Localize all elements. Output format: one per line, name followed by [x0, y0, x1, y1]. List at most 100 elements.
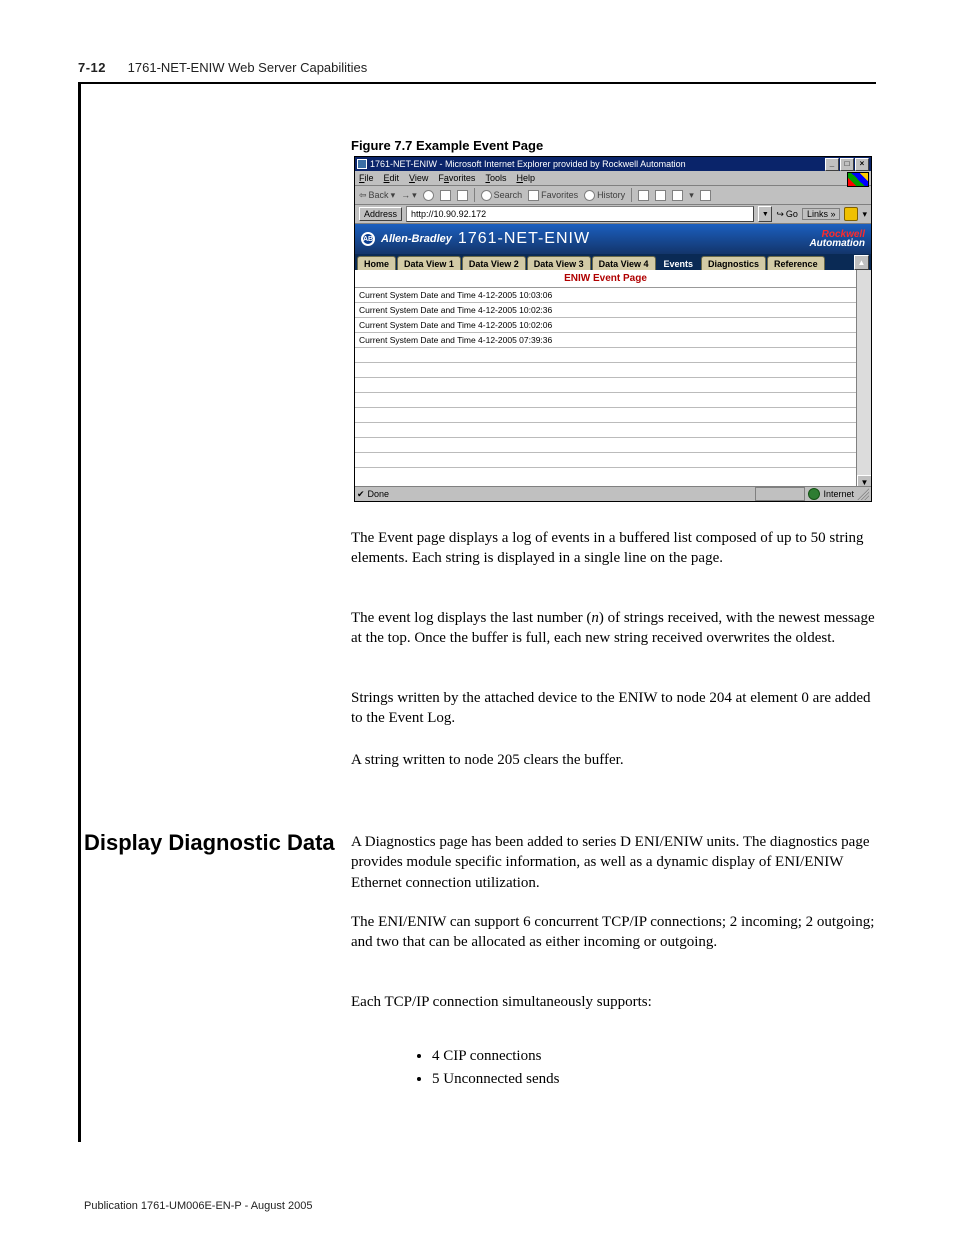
window-titlebar: 1761-NET-ENIW - Microsoft Internet Explo… — [355, 157, 871, 171]
scroll-up-button[interactable]: ▲ — [854, 255, 869, 270]
norton-icon[interactable] — [844, 207, 858, 221]
home-icon[interactable] — [457, 190, 468, 201]
history-button[interactable]: History — [584, 190, 625, 201]
status-done-icon: ✔ — [357, 489, 365, 500]
tab-data-view-3[interactable]: Data View 3 — [527, 256, 591, 270]
running-header: 7-12 1761-NET-ENIW Web Server Capabiliti… — [78, 60, 367, 75]
event-row-empty — [355, 438, 856, 453]
event-area: ENIW Event Page Current System Date and … — [355, 270, 871, 490]
bullet-list: 4 CIP connections 5 Unconnected sends — [378, 1045, 559, 1090]
toolbar-separator — [474, 188, 475, 202]
favorites-icon — [528, 190, 539, 201]
toolbar-separator-2 — [631, 188, 632, 202]
allen-bradley-logo-icon: AB — [361, 232, 375, 246]
internet-zone-icon — [808, 488, 820, 500]
window-title: 1761-NET-ENIW - Microsoft Internet Explo… — [370, 159, 686, 169]
maximize-button[interactable]: □ — [840, 158, 854, 171]
event-row: Current System Date and Time 4-12-2005 1… — [355, 318, 856, 333]
favorites-button[interactable]: Favorites — [528, 190, 578, 201]
norton-dropdown[interactable]: ▾ — [862, 209, 867, 220]
tab-data-view-1[interactable]: Data View 1 — [397, 256, 461, 270]
tab-home[interactable]: Home — [357, 256, 396, 270]
address-bar: Address http://10.90.92.172 ▼ ↪Go Links … — [355, 205, 871, 224]
header-rule — [78, 82, 876, 84]
paragraph: The Event page displays a log of events … — [351, 528, 876, 569]
ie-throbber-icon — [847, 172, 869, 187]
discuss-icon[interactable] — [700, 190, 711, 201]
go-button[interactable]: ↪Go — [776, 209, 798, 220]
links-button[interactable]: Links » — [802, 208, 841, 220]
menu-favorites[interactable]: Favorites — [438, 173, 475, 183]
menu-view[interactable]: View — [409, 173, 428, 183]
tab-data-view-4[interactable]: Data View 4 — [592, 256, 656, 270]
product-banner: AB Allen-Bradley 1761-NET-ENIW Rockwell … — [355, 224, 871, 254]
page-content: AB Allen-Bradley 1761-NET-ENIW Rockwell … — [355, 224, 871, 490]
event-row-empty — [355, 423, 856, 438]
menu-edit[interactable]: Edit — [384, 173, 400, 183]
status-right-text: Internet — [823, 489, 854, 499]
scrollbar-track[interactable]: ▼ — [856, 270, 871, 490]
paragraph: A string written to node 205 clears the … — [351, 750, 876, 770]
event-row: Current System Date and Time 4-12-2005 1… — [355, 303, 856, 318]
address-input[interactable]: http://10.90.92.172 — [406, 206, 754, 222]
status-bar: ✔ Done Internet — [355, 486, 871, 501]
event-row-empty — [355, 408, 856, 423]
status-left-text: Done — [368, 489, 390, 499]
rockwell-logo-text: Rockwell Automation — [809, 230, 865, 248]
tab-data-view-2[interactable]: Data View 2 — [462, 256, 526, 270]
resize-grip-icon[interactable] — [857, 488, 869, 500]
tab-bar: Home Data View 1 Data View 2 Data View 3… — [355, 254, 871, 270]
ie-icon — [357, 159, 367, 169]
event-row-empty — [355, 363, 856, 378]
toolbar: ⇦Back ▾ → ▾ Search Favorites History ▾ — [355, 186, 871, 205]
address-dropdown[interactable]: ▼ — [758, 206, 772, 222]
paragraph: Each TCP/IP connection simultaneously su… — [351, 992, 876, 1012]
menu-tools[interactable]: Tools — [485, 173, 506, 183]
close-button[interactable]: × — [855, 158, 869, 171]
figure-caption: Figure 7.7 Example Event Page — [351, 138, 543, 153]
paragraph: The event log displays the last number (… — [351, 608, 876, 649]
event-row: Current System Date and Time 4-12-2005 0… — [355, 333, 856, 348]
tab-reference[interactable]: Reference — [767, 256, 825, 270]
bullet-item: 5 Unconnected sends — [432, 1068, 559, 1091]
product-title: 1761-NET-ENIW — [458, 230, 590, 248]
chapter-title: 1761-NET-ENIW Web Server Capabilities — [128, 60, 368, 75]
event-page-title: ENIW Event Page — [355, 270, 856, 288]
page: 7-12 1761-NET-ENIW Web Server Capabiliti… — [0, 0, 954, 1235]
event-row-empty — [355, 453, 856, 468]
search-icon — [481, 190, 492, 201]
variable-n: n — [591, 610, 599, 626]
bullet-item: 4 CIP connections — [432, 1045, 559, 1068]
page-number: 7-12 — [78, 60, 106, 75]
menu-bar: File Edit View Favorites Tools Help — [355, 171, 871, 186]
tab-events[interactable]: Events — [657, 256, 701, 270]
event-row-empty — [355, 348, 856, 363]
refresh-icon[interactable] — [440, 190, 451, 201]
menu-help[interactable]: Help — [516, 173, 535, 183]
edit-dropdown[interactable]: ▾ — [689, 190, 694, 201]
event-row: Current System Date and Time 4-12-2005 1… — [355, 288, 856, 303]
left-margin-bar — [78, 82, 81, 1142]
browser-window: 1761-NET-ENIW - Microsoft Internet Explo… — [354, 156, 872, 502]
section-title: Display Diagnostic Data — [84, 830, 335, 856]
minimize-button[interactable]: _ — [825, 158, 839, 171]
paragraph: Strings written by the attached device t… — [351, 688, 876, 729]
menu-file[interactable]: File — [359, 173, 374, 183]
tab-diagnostics[interactable]: Diagnostics — [701, 256, 766, 270]
paragraph: A Diagnostics page has been added to ser… — [351, 832, 876, 893]
status-pane — [755, 487, 805, 501]
back-button[interactable]: ⇦Back ▾ — [359, 190, 395, 201]
footer-publication: Publication 1761-UM006E-EN-P - August 20… — [84, 1200, 313, 1212]
mail-icon[interactable] — [638, 190, 649, 201]
stop-icon[interactable] — [423, 190, 434, 201]
forward-button[interactable]: → ▾ — [401, 190, 417, 201]
search-button[interactable]: Search — [481, 190, 523, 201]
event-row-empty — [355, 378, 856, 393]
allen-bradley-text: Allen-Bradley — [381, 233, 452, 245]
print-icon[interactable] — [655, 190, 666, 201]
address-label: Address — [359, 207, 402, 221]
edit-icon[interactable] — [672, 190, 683, 201]
event-row-empty — [355, 393, 856, 408]
history-icon — [584, 190, 595, 201]
paragraph: The ENI/ENIW can support 6 concurrent TC… — [351, 912, 876, 953]
